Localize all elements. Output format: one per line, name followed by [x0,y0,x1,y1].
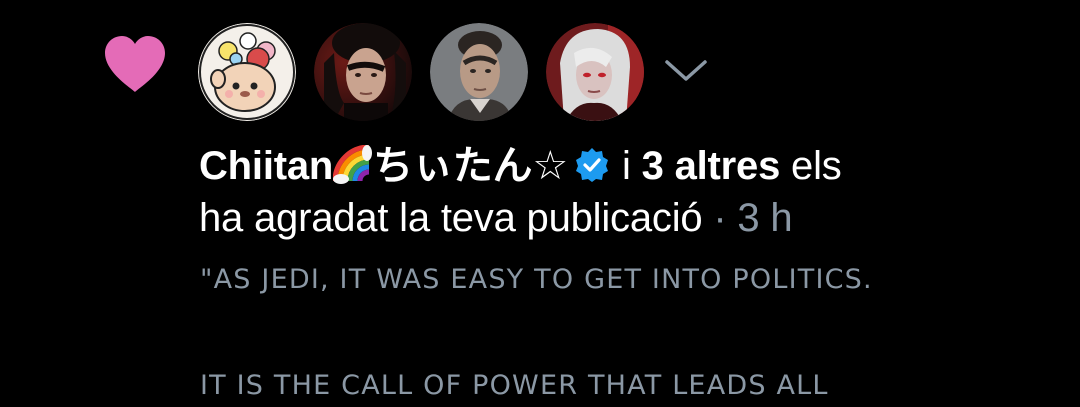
timestamp: 3 h [737,196,793,240]
notification-text-line-2: ha agradat la teva publicació · 3 h [199,194,793,242]
action-text-1: els [791,144,842,188]
connector-text: i [622,144,631,188]
post-preview-line-2[interactable]: IT IS THE CALL OF POWER THAT LEADS ALL [200,370,829,401]
chevron-down-icon[interactable] [664,58,708,84]
avatar[interactable] [314,23,412,121]
avatar[interactable] [198,23,296,121]
action-text-2: ha agradat la teva publicació [199,196,703,240]
liker-avatars [198,23,644,121]
actor-name-suffix[interactable]: ちぃたん☆ [373,144,568,188]
avatar[interactable] [430,23,528,121]
actor-name[interactable]: Chiitan [199,144,333,188]
post-preview-line-1[interactable]: "AS JEDI, IT WAS EASY TO GET INTO POLITI… [200,264,873,295]
others-count[interactable]: 3 altres [642,144,781,188]
rainbow-emoji [332,144,373,185]
verified-badge-icon [574,146,610,182]
notification-text-line-1: Chiitan ちぃたん☆ i 3 altres els [199,142,842,190]
separator: · [713,196,727,240]
avatar[interactable] [546,23,644,121]
heart-icon [103,34,167,94]
